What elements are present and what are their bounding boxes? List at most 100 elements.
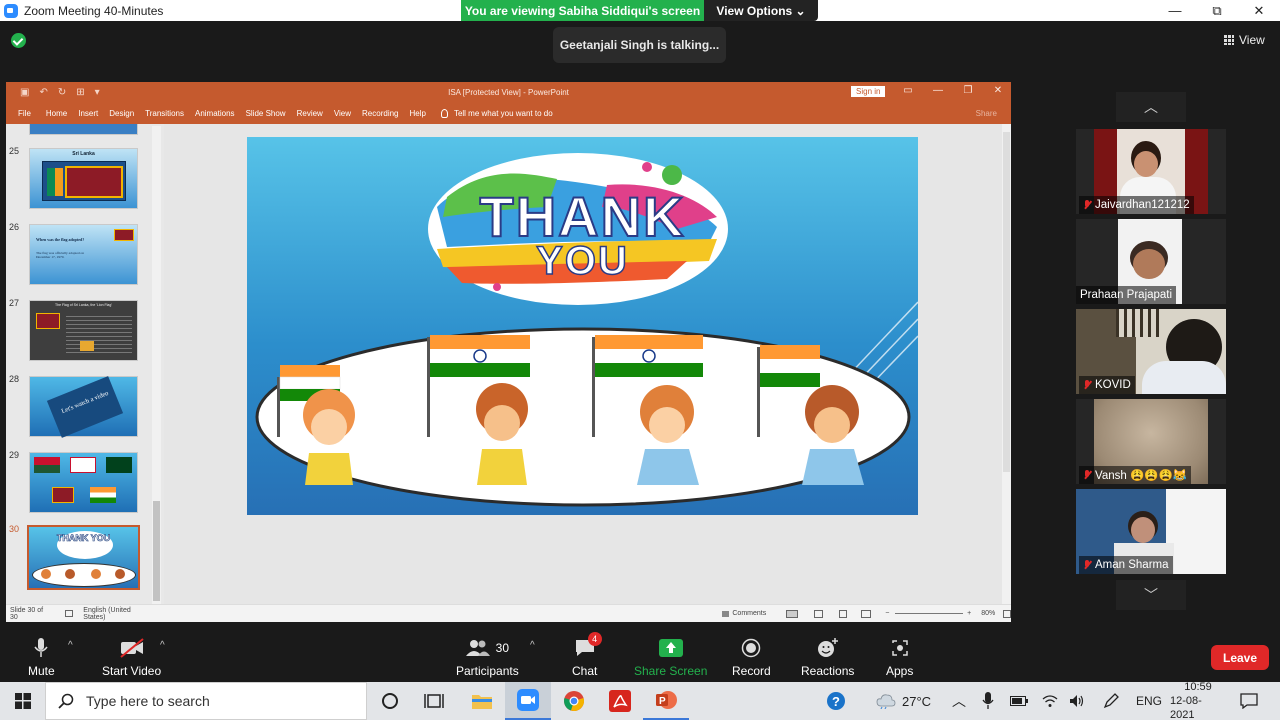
- tab-slide-show[interactable]: Slide Show: [246, 109, 286, 118]
- slide-thumbnail-28[interactable]: Let's watch a video: [29, 376, 138, 438]
- slide-thumbnail-27[interactable]: The Flag of Sri Lanka, the 'Lion Flag': [29, 300, 138, 361]
- sign-in-button[interactable]: Sign in: [851, 86, 886, 97]
- zoom-in-icon[interactable]: +: [967, 610, 971, 617]
- tab-design[interactable]: Design: [109, 109, 134, 118]
- sri-lanka-flag-image: [42, 161, 126, 201]
- task-view-button[interactable]: [411, 682, 457, 720]
- acrobat-button[interactable]: [597, 682, 643, 720]
- microphone-tray-icon[interactable]: [982, 682, 994, 720]
- pen-tray-icon[interactable]: [1103, 682, 1119, 720]
- share-screen-button[interactable]: Share Screen: [634, 638, 707, 678]
- tab-review[interactable]: Review: [297, 109, 323, 118]
- apps-label: Apps: [886, 664, 914, 678]
- close-button[interactable]: ✕: [1238, 0, 1280, 21]
- file-explorer-button[interactable]: [459, 682, 505, 720]
- thumbnail-scrollbar[interactable]: [152, 126, 161, 604]
- ribbon-display-icon[interactable]: ▭: [903, 85, 913, 96]
- volume-tray-icon[interactable]: [1069, 682, 1085, 720]
- normal-view-icon[interactable]: [786, 609, 798, 618]
- ppt-restore-button[interactable]: ❐: [963, 85, 973, 96]
- tab-file[interactable]: File: [18, 109, 31, 118]
- slide-thumbnail-25[interactable]: Sri Lanka: [29, 148, 138, 209]
- tab-help[interactable]: Help: [410, 109, 426, 118]
- participant-label: Aman Sharma: [1079, 556, 1173, 574]
- start-button[interactable]: [0, 682, 45, 720]
- zoom-out-icon[interactable]: −: [885, 610, 889, 617]
- participants-button[interactable]: 30 Participants: [456, 638, 519, 678]
- zoom-taskbar-button[interactable]: [505, 682, 551, 720]
- mute-label: Mute: [28, 664, 55, 678]
- zoom-slider[interactable]: [895, 613, 964, 614]
- battery-tray-icon[interactable]: [1010, 682, 1028, 720]
- slide-thumbnail-30[interactable]: THANK YOU: [27, 525, 140, 590]
- cortana-button[interactable]: [367, 682, 413, 720]
- slide-scrollbar[interactable]: [1002, 124, 1011, 604]
- participant-tile[interactable]: Vansh 😩😩😩😹: [1076, 399, 1226, 484]
- input-language[interactable]: ENG: [1136, 682, 1162, 720]
- thumbnail-number: 28: [9, 374, 20, 384]
- fit-slide-icon[interactable]: [1003, 609, 1012, 618]
- audio-options-caret[interactable]: ^: [68, 640, 73, 651]
- spellcheck-icon[interactable]: [65, 610, 74, 617]
- show-hidden-icons[interactable]: ︿: [952, 682, 966, 720]
- clock[interactable]: 10:59 12-08-2021: [1170, 681, 1226, 720]
- leave-button[interactable]: Leave: [1211, 645, 1269, 670]
- slide-thumbnail-29[interactable]: [29, 452, 138, 513]
- participant-tile[interactable]: Jaivardhan121212: [1076, 129, 1226, 214]
- language-indicator[interactable]: English (United States): [83, 607, 152, 621]
- ppt-minimize-button[interactable]: —: [933, 85, 943, 96]
- microphone-icon: [34, 638, 48, 658]
- tab-view[interactable]: View: [334, 109, 351, 118]
- participant-tile[interactable]: Aman Sharma: [1076, 489, 1226, 574]
- start-video-button[interactable]: Start Video: [102, 638, 161, 678]
- ppt-status-bar: Slide 30 of 30 English (United States) C…: [6, 604, 1012, 622]
- slide-sorter-icon[interactable]: [813, 609, 823, 618]
- tab-animations[interactable]: Animations: [195, 109, 235, 118]
- restore-button[interactable]: ⧉: [1196, 0, 1238, 21]
- participant-tile[interactable]: Prahaan Prajapati: [1076, 219, 1226, 304]
- participants-options-caret[interactable]: ^: [530, 640, 535, 651]
- caret-up-icon: ^: [160, 640, 165, 651]
- encryption-shield-icon[interactable]: [11, 33, 26, 48]
- notifications-button[interactable]: [1240, 682, 1258, 720]
- slide-thumbnail-26[interactable]: When was the flag adopted? The flag was …: [29, 224, 138, 285]
- slide-thumbnail-24[interactable]: [29, 124, 138, 135]
- wifi-tray-icon[interactable]: [1042, 682, 1058, 720]
- chrome-button[interactable]: [551, 682, 597, 720]
- tab-transitions[interactable]: Transitions: [145, 109, 184, 118]
- minimize-button[interactable]: —: [1154, 0, 1196, 21]
- view-layout-button[interactable]: View: [1224, 33, 1265, 47]
- thumbnail-number: 26: [9, 222, 20, 232]
- reading-view-icon[interactable]: [838, 609, 848, 618]
- participant-tile[interactable]: KOVID: [1076, 309, 1226, 394]
- mute-button[interactable]: Mute: [28, 638, 55, 678]
- ppt-close-button[interactable]: ✕: [993, 85, 1003, 96]
- gallery-up-button[interactable]: ︿: [1116, 92, 1186, 122]
- record-button[interactable]: Record: [732, 638, 771, 678]
- tell-me-box[interactable]: Tell me what you want to do: [440, 108, 553, 118]
- powerpoint-button[interactable]: P: [643, 682, 689, 720]
- thumbnail-title: Sri Lanka: [72, 151, 95, 157]
- tab-home[interactable]: Home: [46, 109, 67, 118]
- help-tray-icon[interactable]: ?: [826, 682, 846, 720]
- chevron-down-icon: ﹀: [1144, 587, 1158, 603]
- tab-insert[interactable]: Insert: [78, 109, 98, 118]
- thumbnail-number: 27: [9, 298, 20, 308]
- tab-recording[interactable]: Recording: [362, 109, 398, 118]
- view-options-button[interactable]: View Options ⌄: [704, 0, 818, 21]
- reactions-button[interactable]: Reactions: [801, 638, 854, 678]
- taskbar-search-box[interactable]: Type here to search: [45, 682, 367, 720]
- search-icon: [58, 693, 74, 709]
- thumbnail-number: 30: [9, 524, 20, 534]
- apps-button[interactable]: Apps: [886, 638, 913, 678]
- video-options-caret[interactable]: ^: [160, 640, 165, 651]
- zoom-level[interactable]: 80%: [981, 610, 995, 617]
- window-title: Zoom Meeting 40-Minutes: [24, 3, 164, 18]
- comments-button[interactable]: Comments: [732, 610, 766, 617]
- share-button[interactable]: Share: [976, 109, 997, 118]
- weather-widget[interactable]: 27°C: [876, 682, 931, 720]
- gallery-down-button[interactable]: ﹀: [1116, 580, 1186, 610]
- share-screen-label: Share Screen: [634, 664, 708, 678]
- chat-button[interactable]: 4 Chat: [572, 632, 602, 678]
- slideshow-icon[interactable]: [861, 609, 872, 618]
